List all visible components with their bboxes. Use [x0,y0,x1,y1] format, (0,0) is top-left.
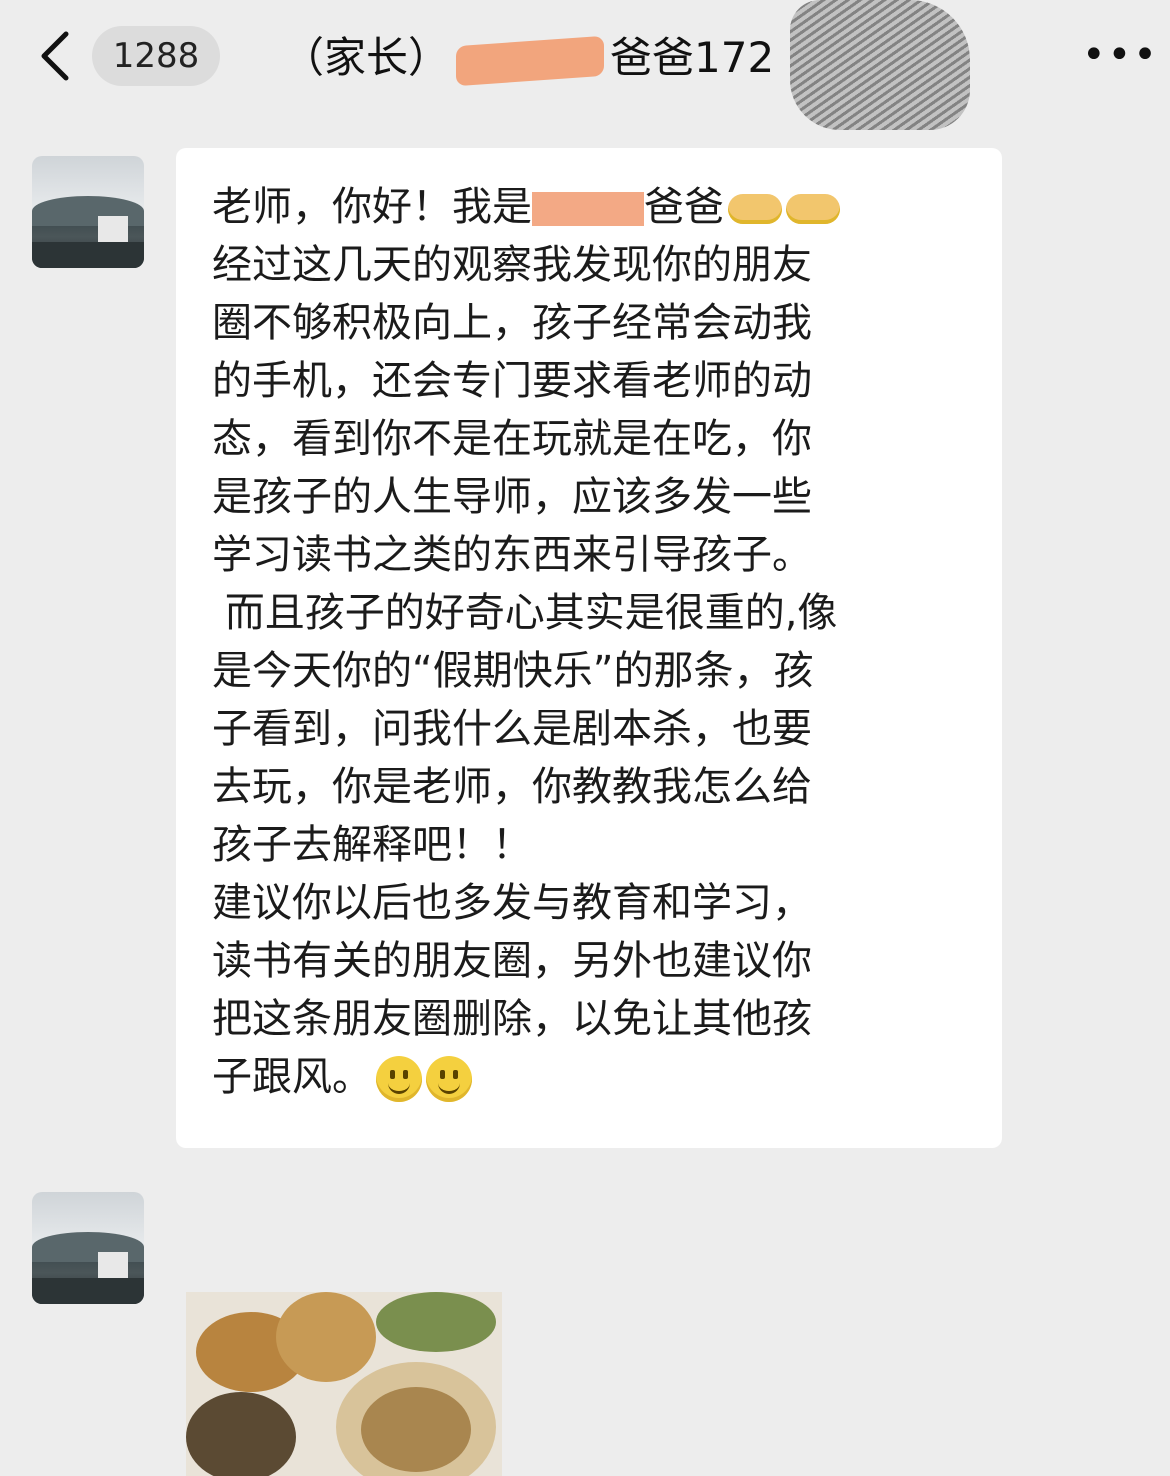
message-line: 而且孩子的好奇心其实是很重的,像 [212,590,838,636]
sender-avatar[interactable] [32,1192,144,1304]
handshake-icon [786,194,840,224]
chat-title-prefix: （家长） [282,33,451,82]
scribble-redaction [790,0,970,130]
smile-icon [426,1056,472,1102]
chat-title-suffix: 爸爸172 [610,33,775,82]
redaction-mark [532,192,644,226]
message-line: 老师，你好！我是 [212,184,532,230]
message-line: 的手机，还会专门要求看老师的动 [212,358,812,404]
food-photo[interactable] [186,1292,502,1476]
sender-avatar[interactable] [32,156,144,268]
smile-icon [376,1056,422,1102]
message-line: 去玩，你是老师，你教教我怎么给 [212,764,812,810]
message-line: 爸爸 [644,184,724,230]
message-line: 子看到，问我什么是剧本杀，也要 [212,706,812,752]
message-line: 建议你以后也多发与教育和学习， [212,880,812,926]
message-line: 是今天你的“假期快乐”的那条，孩 [212,648,814,694]
back-chevron-icon[interactable] [36,28,76,84]
unread-count-badge[interactable]: 1288 [92,26,220,86]
message-line: 圈不够积极向上，孩子经常会动我 [212,300,812,346]
message-line: 是孩子的人生导师，应该多发一些 [212,474,812,520]
more-options-icon[interactable]: ••• [1082,35,1157,75]
message-line: 读书有关的朋友圈，另外也建议你 [212,938,812,984]
message-line: 子跟风。 [212,1054,372,1100]
redaction-mark [456,35,605,86]
chat-header: 1288 （家长） 爸爸172 ••• [0,0,1170,130]
chat-title: （家长） 爸爸172 [282,26,774,90]
message-line: 学习读书之类的东西来引导孩子。 [212,532,812,578]
message-text: 老师，你好！我是 爸爸 经过这几天的观察我发现你的朋友 圈不够积极向上，孩子经常会… [212,178,972,1106]
handshake-icon [728,194,782,224]
message-line: 孩子去解释吧！！ [212,822,532,868]
message-line: 经过这几天的观察我发现你的朋友 [212,242,812,288]
message-line: 态，看到你不是在玩就是在吃，你 [212,416,812,462]
message-line: 把这条朋友圈删除，以免让其他孩 [212,996,812,1042]
